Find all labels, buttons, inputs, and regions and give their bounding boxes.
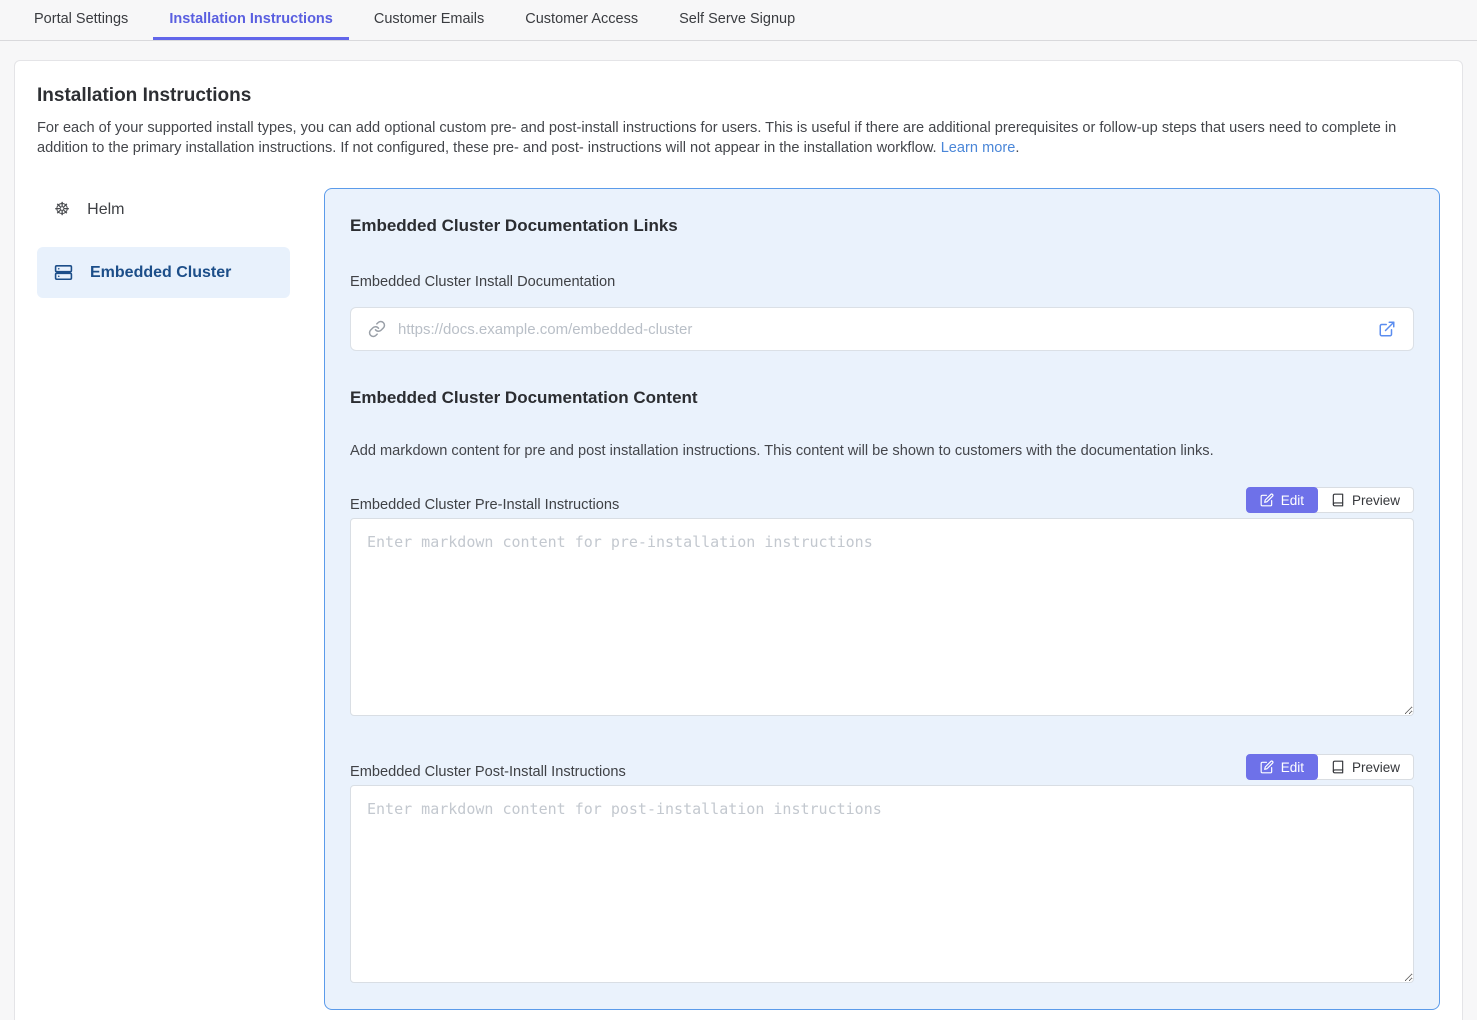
external-link-icon bbox=[1378, 320, 1396, 338]
preview-book-icon bbox=[1331, 493, 1345, 507]
edit-pencil-icon bbox=[1260, 493, 1274, 507]
pre-install-preview-button[interactable]: Preview bbox=[1316, 487, 1414, 513]
sidebar-item-helm[interactable]: ☸ Helm bbox=[37, 188, 290, 232]
open-external-link-button[interactable] bbox=[1376, 318, 1398, 340]
tab-customer-access[interactable]: Customer Access bbox=[509, 0, 654, 40]
tab-self-serve-signup[interactable]: Self Serve Signup bbox=[663, 0, 811, 40]
post-install-markdown-textarea[interactable] bbox=[350, 785, 1414, 983]
post-install-label: Embedded Cluster Post-Install Instructio… bbox=[350, 764, 626, 780]
edit-pencil-icon bbox=[1260, 760, 1274, 774]
preview-button-label: Preview bbox=[1352, 760, 1400, 775]
sidebar-item-label: Embedded Cluster bbox=[90, 264, 231, 282]
page-description: For each of your supported install types… bbox=[37, 118, 1440, 158]
install-type-sidebar: ☸ Helm Embedded Cluster bbox=[37, 188, 290, 313]
install-doc-label: Embedded Cluster Install Documentation bbox=[350, 274, 1414, 290]
tab-customer-emails[interactable]: Customer Emails bbox=[358, 0, 500, 40]
sidebar-item-label: Helm bbox=[87, 201, 124, 219]
preview-button-label: Preview bbox=[1352, 493, 1400, 508]
doc-content-heading: Embedded Cluster Documentation Content bbox=[350, 388, 1414, 408]
helm-wheel-icon: ☸ bbox=[54, 201, 70, 219]
pre-install-label-row: Embedded Cluster Pre-Install Instruction… bbox=[350, 487, 1414, 513]
edit-button-label: Edit bbox=[1281, 760, 1304, 775]
learn-more-link[interactable]: Learn more bbox=[941, 140, 1016, 156]
pre-install-mode-toggle: Edit Preview bbox=[1246, 487, 1414, 513]
edit-button-label: Edit bbox=[1281, 493, 1304, 508]
install-doc-url-field bbox=[350, 307, 1414, 351]
server-stack-icon bbox=[54, 263, 73, 282]
pre-install-edit-button[interactable]: Edit bbox=[1246, 487, 1318, 513]
link-icon bbox=[368, 320, 386, 338]
page-description-text: For each of your supported install types… bbox=[37, 120, 1396, 156]
learn-more-period: . bbox=[1015, 140, 1019, 156]
post-install-mode-toggle: Edit Preview bbox=[1246, 754, 1414, 780]
sidebar-item-embedded-cluster[interactable]: Embedded Cluster bbox=[37, 247, 290, 298]
pre-install-markdown-textarea[interactable] bbox=[350, 518, 1414, 716]
page-title: Installation Instructions bbox=[37, 85, 1440, 107]
content-row: ☸ Helm Embedded Cluster Embedded Cluster… bbox=[37, 188, 1440, 1010]
pre-install-label: Embedded Cluster Pre-Install Instruction… bbox=[350, 497, 619, 513]
embedded-cluster-panel: Embedded Cluster Documentation Links Emb… bbox=[324, 188, 1440, 1010]
install-doc-url-input[interactable] bbox=[386, 321, 1376, 338]
tab-installation-instructions[interactable]: Installation Instructions bbox=[153, 0, 349, 40]
doc-content-description: Add markdown content for pre and post in… bbox=[350, 443, 1414, 459]
tab-bar: Portal Settings Installation Instruction… bbox=[0, 0, 1477, 41]
main-card: Installation Instructions For each of yo… bbox=[14, 60, 1463, 1020]
tab-portal-settings[interactable]: Portal Settings bbox=[18, 0, 144, 40]
post-install-label-row: Embedded Cluster Post-Install Instructio… bbox=[350, 754, 1414, 780]
post-install-edit-button[interactable]: Edit bbox=[1246, 754, 1318, 780]
doc-links-heading: Embedded Cluster Documentation Links bbox=[350, 216, 1414, 236]
preview-book-icon bbox=[1331, 760, 1345, 774]
post-install-preview-button[interactable]: Preview bbox=[1316, 754, 1414, 780]
